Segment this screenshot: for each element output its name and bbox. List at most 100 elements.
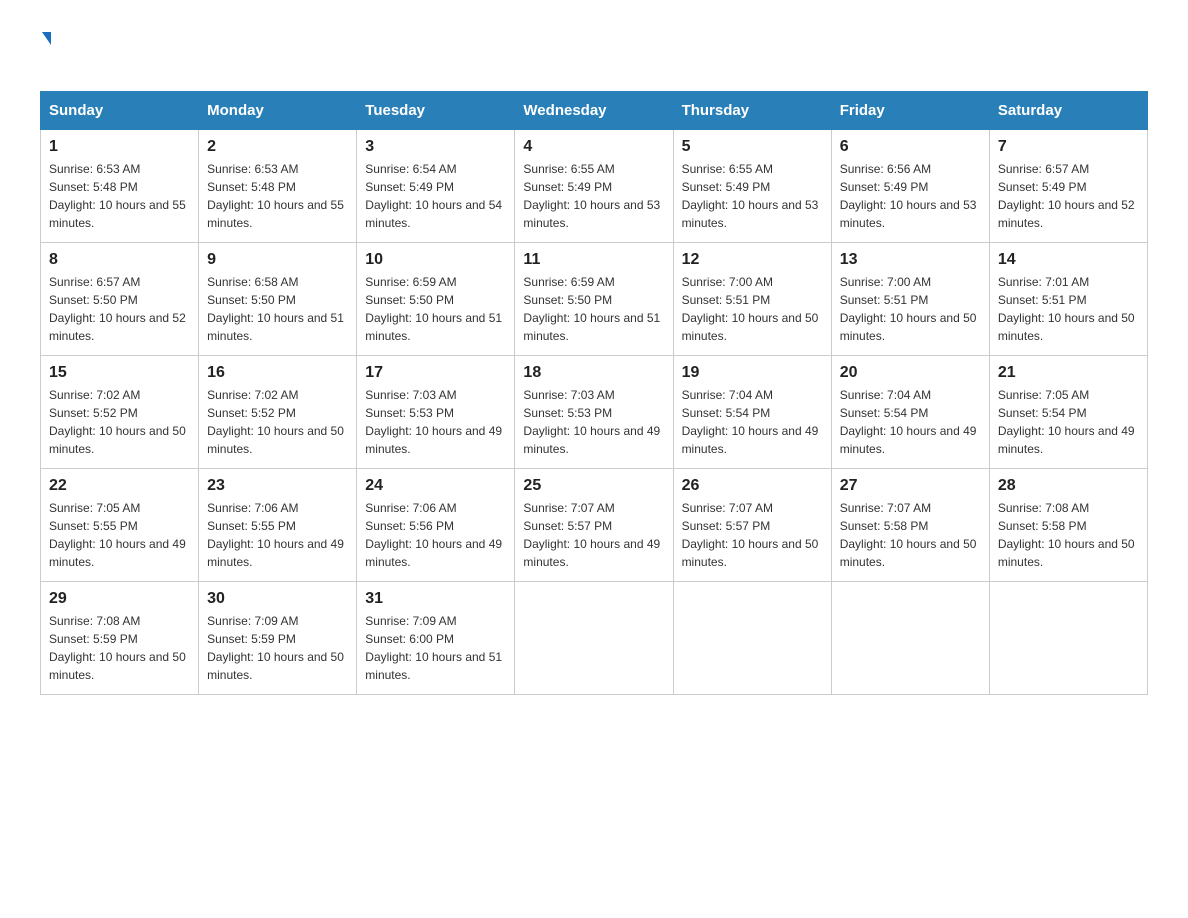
calendar-cell: 13 Sunrise: 7:00 AMSunset: 5:51 PMDaylig…: [831, 243, 989, 356]
day-number: 30: [207, 590, 348, 608]
weekday-header-sunday: Sunday: [41, 92, 199, 130]
calendar-cell: 3 Sunrise: 6:54 AMSunset: 5:49 PMDayligh…: [357, 130, 515, 243]
day-number: 9: [207, 251, 348, 269]
day-info: Sunrise: 7:07 AMSunset: 5:58 PMDaylight:…: [840, 501, 977, 569]
day-number: 7: [998, 138, 1139, 156]
day-number: 1: [49, 138, 190, 156]
day-info: Sunrise: 7:03 AMSunset: 5:53 PMDaylight:…: [523, 388, 660, 456]
week-row-2: 8 Sunrise: 6:57 AMSunset: 5:50 PMDayligh…: [41, 243, 1148, 356]
logo: [40, 30, 51, 71]
calendar-cell: 19 Sunrise: 7:04 AMSunset: 5:54 PMDaylig…: [673, 356, 831, 469]
week-row-3: 15 Sunrise: 7:02 AMSunset: 5:52 PMDaylig…: [41, 356, 1148, 469]
day-number: 20: [840, 364, 981, 382]
day-number: 31: [365, 590, 506, 608]
day-number: 14: [998, 251, 1139, 269]
day-number: 11: [523, 251, 664, 269]
calendar-cell: 2 Sunrise: 6:53 AMSunset: 5:48 PMDayligh…: [199, 130, 357, 243]
day-info: Sunrise: 7:07 AMSunset: 5:57 PMDaylight:…: [682, 501, 819, 569]
calendar-cell: 9 Sunrise: 6:58 AMSunset: 5:50 PMDayligh…: [199, 243, 357, 356]
calendar-cell: 18 Sunrise: 7:03 AMSunset: 5:53 PMDaylig…: [515, 356, 673, 469]
calendar-cell: 25 Sunrise: 7:07 AMSunset: 5:57 PMDaylig…: [515, 469, 673, 582]
day-number: 17: [365, 364, 506, 382]
calendar-cell: 31 Sunrise: 7:09 AMSunset: 6:00 PMDaylig…: [357, 582, 515, 695]
day-info: Sunrise: 7:04 AMSunset: 5:54 PMDaylight:…: [682, 388, 819, 456]
day-number: 4: [523, 138, 664, 156]
calendar-cell: 20 Sunrise: 7:04 AMSunset: 5:54 PMDaylig…: [831, 356, 989, 469]
calendar-cell: [989, 582, 1147, 695]
calendar-cell: [831, 582, 989, 695]
day-info: Sunrise: 7:08 AMSunset: 5:58 PMDaylight:…: [998, 501, 1135, 569]
day-info: Sunrise: 7:02 AMSunset: 5:52 PMDaylight:…: [49, 388, 186, 456]
day-info: Sunrise: 7:09 AMSunset: 6:00 PMDaylight:…: [365, 614, 502, 682]
weekday-header-wednesday: Wednesday: [515, 92, 673, 130]
calendar-cell: 17 Sunrise: 7:03 AMSunset: 5:53 PMDaylig…: [357, 356, 515, 469]
day-number: 2: [207, 138, 348, 156]
day-number: 10: [365, 251, 506, 269]
day-number: 26: [682, 477, 823, 495]
calendar-cell: 29 Sunrise: 7:08 AMSunset: 5:59 PMDaylig…: [41, 582, 199, 695]
day-info: Sunrise: 6:53 AMSunset: 5:48 PMDaylight:…: [49, 162, 186, 230]
day-number: 19: [682, 364, 823, 382]
day-info: Sunrise: 6:58 AMSunset: 5:50 PMDaylight:…: [207, 275, 344, 343]
day-info: Sunrise: 7:07 AMSunset: 5:57 PMDaylight:…: [523, 501, 660, 569]
calendar-cell: [673, 582, 831, 695]
calendar-cell: 16 Sunrise: 7:02 AMSunset: 5:52 PMDaylig…: [199, 356, 357, 469]
day-info: Sunrise: 6:56 AMSunset: 5:49 PMDaylight:…: [840, 162, 977, 230]
calendar-cell: 30 Sunrise: 7:09 AMSunset: 5:59 PMDaylig…: [199, 582, 357, 695]
header: [40, 30, 1148, 71]
weekday-header-row: SundayMondayTuesdayWednesdayThursdayFrid…: [41, 92, 1148, 130]
weekday-header-monday: Monday: [199, 92, 357, 130]
day-number: 8: [49, 251, 190, 269]
calendar-cell: 28 Sunrise: 7:08 AMSunset: 5:58 PMDaylig…: [989, 469, 1147, 582]
logo-triangle-icon: [42, 32, 51, 45]
calendar-cell: 27 Sunrise: 7:07 AMSunset: 5:58 PMDaylig…: [831, 469, 989, 582]
day-number: 29: [49, 590, 190, 608]
day-number: 13: [840, 251, 981, 269]
day-info: Sunrise: 7:05 AMSunset: 5:54 PMDaylight:…: [998, 388, 1135, 456]
weekday-header-thursday: Thursday: [673, 92, 831, 130]
calendar-cell: 8 Sunrise: 6:57 AMSunset: 5:50 PMDayligh…: [41, 243, 199, 356]
day-info: Sunrise: 7:08 AMSunset: 5:59 PMDaylight:…: [49, 614, 186, 682]
day-info: Sunrise: 7:01 AMSunset: 5:51 PMDaylight:…: [998, 275, 1135, 343]
day-number: 23: [207, 477, 348, 495]
day-info: Sunrise: 6:57 AMSunset: 5:49 PMDaylight:…: [998, 162, 1135, 230]
day-info: Sunrise: 7:09 AMSunset: 5:59 PMDaylight:…: [207, 614, 344, 682]
week-row-5: 29 Sunrise: 7:08 AMSunset: 5:59 PMDaylig…: [41, 582, 1148, 695]
calendar-cell: 5 Sunrise: 6:55 AMSunset: 5:49 PMDayligh…: [673, 130, 831, 243]
day-number: 21: [998, 364, 1139, 382]
day-info: Sunrise: 7:06 AMSunset: 5:56 PMDaylight:…: [365, 501, 502, 569]
day-info: Sunrise: 7:06 AMSunset: 5:55 PMDaylight:…: [207, 501, 344, 569]
day-number: 6: [840, 138, 981, 156]
week-row-4: 22 Sunrise: 7:05 AMSunset: 5:55 PMDaylig…: [41, 469, 1148, 582]
calendar-cell: 22 Sunrise: 7:05 AMSunset: 5:55 PMDaylig…: [41, 469, 199, 582]
day-info: Sunrise: 6:55 AMSunset: 5:49 PMDaylight:…: [523, 162, 660, 230]
calendar-cell: [515, 582, 673, 695]
calendar-cell: 24 Sunrise: 7:06 AMSunset: 5:56 PMDaylig…: [357, 469, 515, 582]
weekday-header-saturday: Saturday: [989, 92, 1147, 130]
day-number: 18: [523, 364, 664, 382]
day-info: Sunrise: 6:54 AMSunset: 5:49 PMDaylight:…: [365, 162, 502, 230]
day-number: 12: [682, 251, 823, 269]
calendar-cell: 15 Sunrise: 7:02 AMSunset: 5:52 PMDaylig…: [41, 356, 199, 469]
calendar-cell: 23 Sunrise: 7:06 AMSunset: 5:55 PMDaylig…: [199, 469, 357, 582]
day-info: Sunrise: 7:02 AMSunset: 5:52 PMDaylight:…: [207, 388, 344, 456]
day-number: 28: [998, 477, 1139, 495]
day-info: Sunrise: 6:59 AMSunset: 5:50 PMDaylight:…: [523, 275, 660, 343]
weekday-header-friday: Friday: [831, 92, 989, 130]
day-info: Sunrise: 6:53 AMSunset: 5:48 PMDaylight:…: [207, 162, 344, 230]
calendar-cell: 7 Sunrise: 6:57 AMSunset: 5:49 PMDayligh…: [989, 130, 1147, 243]
day-info: Sunrise: 7:04 AMSunset: 5:54 PMDaylight:…: [840, 388, 977, 456]
day-number: 3: [365, 138, 506, 156]
calendar-cell: 12 Sunrise: 7:00 AMSunset: 5:51 PMDaylig…: [673, 243, 831, 356]
day-number: 22: [49, 477, 190, 495]
day-number: 15: [49, 364, 190, 382]
week-row-1: 1 Sunrise: 6:53 AMSunset: 5:48 PMDayligh…: [41, 130, 1148, 243]
calendar-cell: 14 Sunrise: 7:01 AMSunset: 5:51 PMDaylig…: [989, 243, 1147, 356]
calendar-cell: 6 Sunrise: 6:56 AMSunset: 5:49 PMDayligh…: [831, 130, 989, 243]
calendar-table: SundayMondayTuesdayWednesdayThursdayFrid…: [40, 91, 1148, 695]
day-number: 27: [840, 477, 981, 495]
calendar-cell: 11 Sunrise: 6:59 AMSunset: 5:50 PMDaylig…: [515, 243, 673, 356]
day-info: Sunrise: 6:55 AMSunset: 5:49 PMDaylight:…: [682, 162, 819, 230]
day-number: 25: [523, 477, 664, 495]
weekday-header-tuesday: Tuesday: [357, 92, 515, 130]
